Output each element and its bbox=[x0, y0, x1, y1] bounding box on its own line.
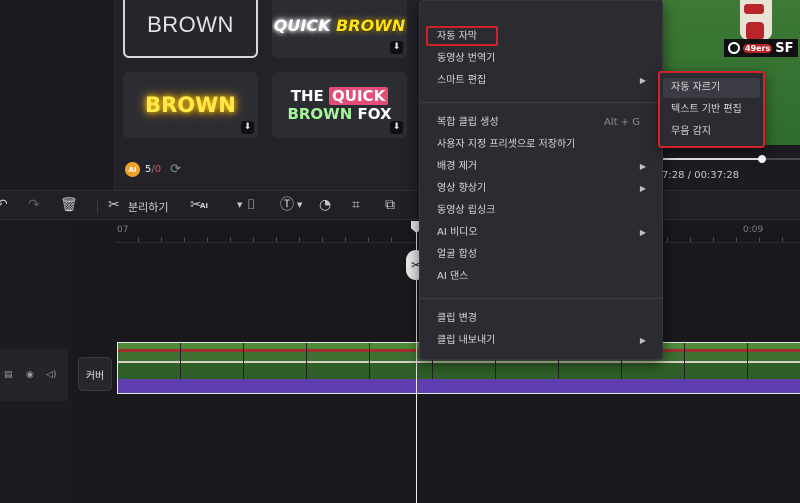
chevron-down-icon[interactable]: ▼ bbox=[237, 201, 242, 209]
menu-item-save-as-preset[interactable]: 사용자 지정 프리셋으로 저장하기 bbox=[437, 138, 575, 152]
chevron-right-icon: ▶ bbox=[639, 228, 646, 237]
chevron-right-icon: ▶ bbox=[639, 162, 646, 171]
ai-coin-icon: AI bbox=[125, 162, 140, 177]
template-card-plain-brown[interactable]: BROWN bbox=[123, 0, 258, 58]
submenu-item-text-based-edit[interactable]: 텍스트 기반 편집 bbox=[663, 100, 760, 120]
timeline-area[interactable]: 07 0:09 ▤ ◉ ◁) 커버 bbox=[0, 221, 800, 503]
chevron-right-icon: ▶ bbox=[639, 76, 646, 85]
shortcut-label: Alt + G bbox=[603, 117, 640, 128]
timeline-toolbar: ↶ ↷ 🗑 ✂ 분리하기 ✂ AI ▼ ⌷ Ⓣ ▼ ◔ ⌗ ⧉ bbox=[0, 190, 800, 220]
smart-edit-submenu: 자동 자르기 텍스트 기반 편집 무음 감지 bbox=[658, 71, 765, 148]
chevron-right-icon: ▶ bbox=[639, 336, 646, 345]
download-icon[interactable]: ⬇ bbox=[390, 41, 403, 54]
menu-item-ai-video[interactable]: AI 비디오 bbox=[437, 226, 478, 240]
download-icon[interactable]: ⬇ bbox=[390, 121, 403, 134]
eye-icon[interactable]: ◉ bbox=[26, 370, 34, 380]
freeze-frame-icon[interactable]: ⧉ bbox=[385, 197, 395, 213]
template-card-quick-brown[interactable]: QUICK BROWN ⬇ bbox=[272, 0, 407, 58]
context-menu: 자동 자막 동영상 번역기 스마트 편집 ▶ 복합 클립 생성 Alt + G … bbox=[419, 0, 663, 360]
player-figure bbox=[740, 0, 772, 40]
clip-audio-track bbox=[118, 379, 800, 393]
progress-scrubber[interactable] bbox=[758, 155, 766, 163]
menu-item-change-clip[interactable]: 클립 변경 bbox=[437, 312, 477, 326]
download-icon[interactable]: ⬇ bbox=[241, 121, 254, 134]
network-logo-icon bbox=[728, 42, 740, 54]
volume-icon[interactable]: ◁) bbox=[46, 370, 56, 380]
split-scissors-icon[interactable]: ✂ bbox=[108, 197, 120, 213]
menu-item-video-lipsync[interactable]: 동영상 립싱크 bbox=[437, 204, 495, 218]
menu-item-smart-edit[interactable]: 스마트 편집 bbox=[437, 74, 486, 88]
chevron-down-icon[interactable]: ▼ bbox=[297, 201, 302, 209]
progress-remaining bbox=[766, 158, 800, 160]
menu-item-ai-dance[interactable]: AI 댄스 bbox=[437, 270, 468, 284]
template-card-quick-brown-fox[interactable]: THE QUICK BROWN FOX ⬇ bbox=[272, 72, 407, 138]
left-panel bbox=[0, 0, 115, 190]
preview-controls bbox=[662, 145, 800, 190]
menu-item-create-compound-clip[interactable]: 복합 클립 생성 bbox=[437, 116, 499, 130]
team-name: SF bbox=[775, 40, 794, 56]
menu-item-auto-subtitle[interactable]: 자동 자막 bbox=[437, 30, 477, 44]
speed-icon[interactable]: ◔ bbox=[319, 197, 331, 213]
film-icon[interactable]: ▤ bbox=[4, 370, 13, 380]
marker-icon[interactable]: ⌷ bbox=[247, 197, 255, 213]
template-text: THE QUICK BROWN FOX bbox=[287, 87, 392, 123]
menu-item-face-swap[interactable]: 얼굴 합성 bbox=[437, 248, 477, 262]
menu-item-export-clip[interactable]: 클립 내보내기 bbox=[437, 334, 495, 348]
ai-credit-counter: AI 5/0 ⟳ bbox=[125, 162, 181, 177]
redo-icon[interactable]: ↷ bbox=[28, 197, 40, 213]
template-card-neon-brown[interactable]: BROWN ⬇ bbox=[123, 72, 258, 138]
template-text: BROWN bbox=[145, 93, 236, 117]
team-logo: 49ers bbox=[743, 43, 773, 53]
menu-item-video-enhancer[interactable]: 영상 향상기 bbox=[437, 182, 486, 196]
delete-icon[interactable]: 🗑 bbox=[60, 197, 78, 213]
refresh-icon[interactable]: ⟳ bbox=[170, 162, 181, 177]
template-text: BROWN bbox=[147, 12, 234, 37]
text-tool-icon[interactable]: Ⓣ bbox=[280, 197, 294, 213]
progress-played bbox=[662, 158, 762, 160]
text-template-panel: BROWN QUICK BROWN ⬇ BROWN ⬇ THE QUICK BR… bbox=[115, 0, 420, 190]
video-track-controls: ▤ ◉ ◁) bbox=[0, 349, 68, 401]
scoreboard: 49ers SF bbox=[724, 39, 798, 57]
submenu-item-silence-detection[interactable]: 무음 감지 bbox=[663, 122, 760, 142]
submenu-item-auto-cut[interactable]: 자동 자르기 bbox=[663, 78, 760, 98]
crop-icon[interactable]: ⌗ bbox=[352, 197, 360, 213]
timecode: 7:28 / 00:37:28 bbox=[662, 170, 740, 181]
cover-button[interactable]: 커버 bbox=[78, 357, 112, 391]
undo-icon[interactable]: ↶ bbox=[0, 197, 8, 213]
template-text: QUICK BROWN bbox=[273, 15, 406, 35]
chevron-right-icon: ▶ bbox=[639, 184, 646, 193]
split-button[interactable]: 분리하기 bbox=[128, 199, 168, 215]
menu-item-video-translator[interactable]: 동영상 번역기 bbox=[437, 52, 495, 66]
menu-item-remove-background[interactable]: 배경 제거 bbox=[437, 160, 477, 174]
